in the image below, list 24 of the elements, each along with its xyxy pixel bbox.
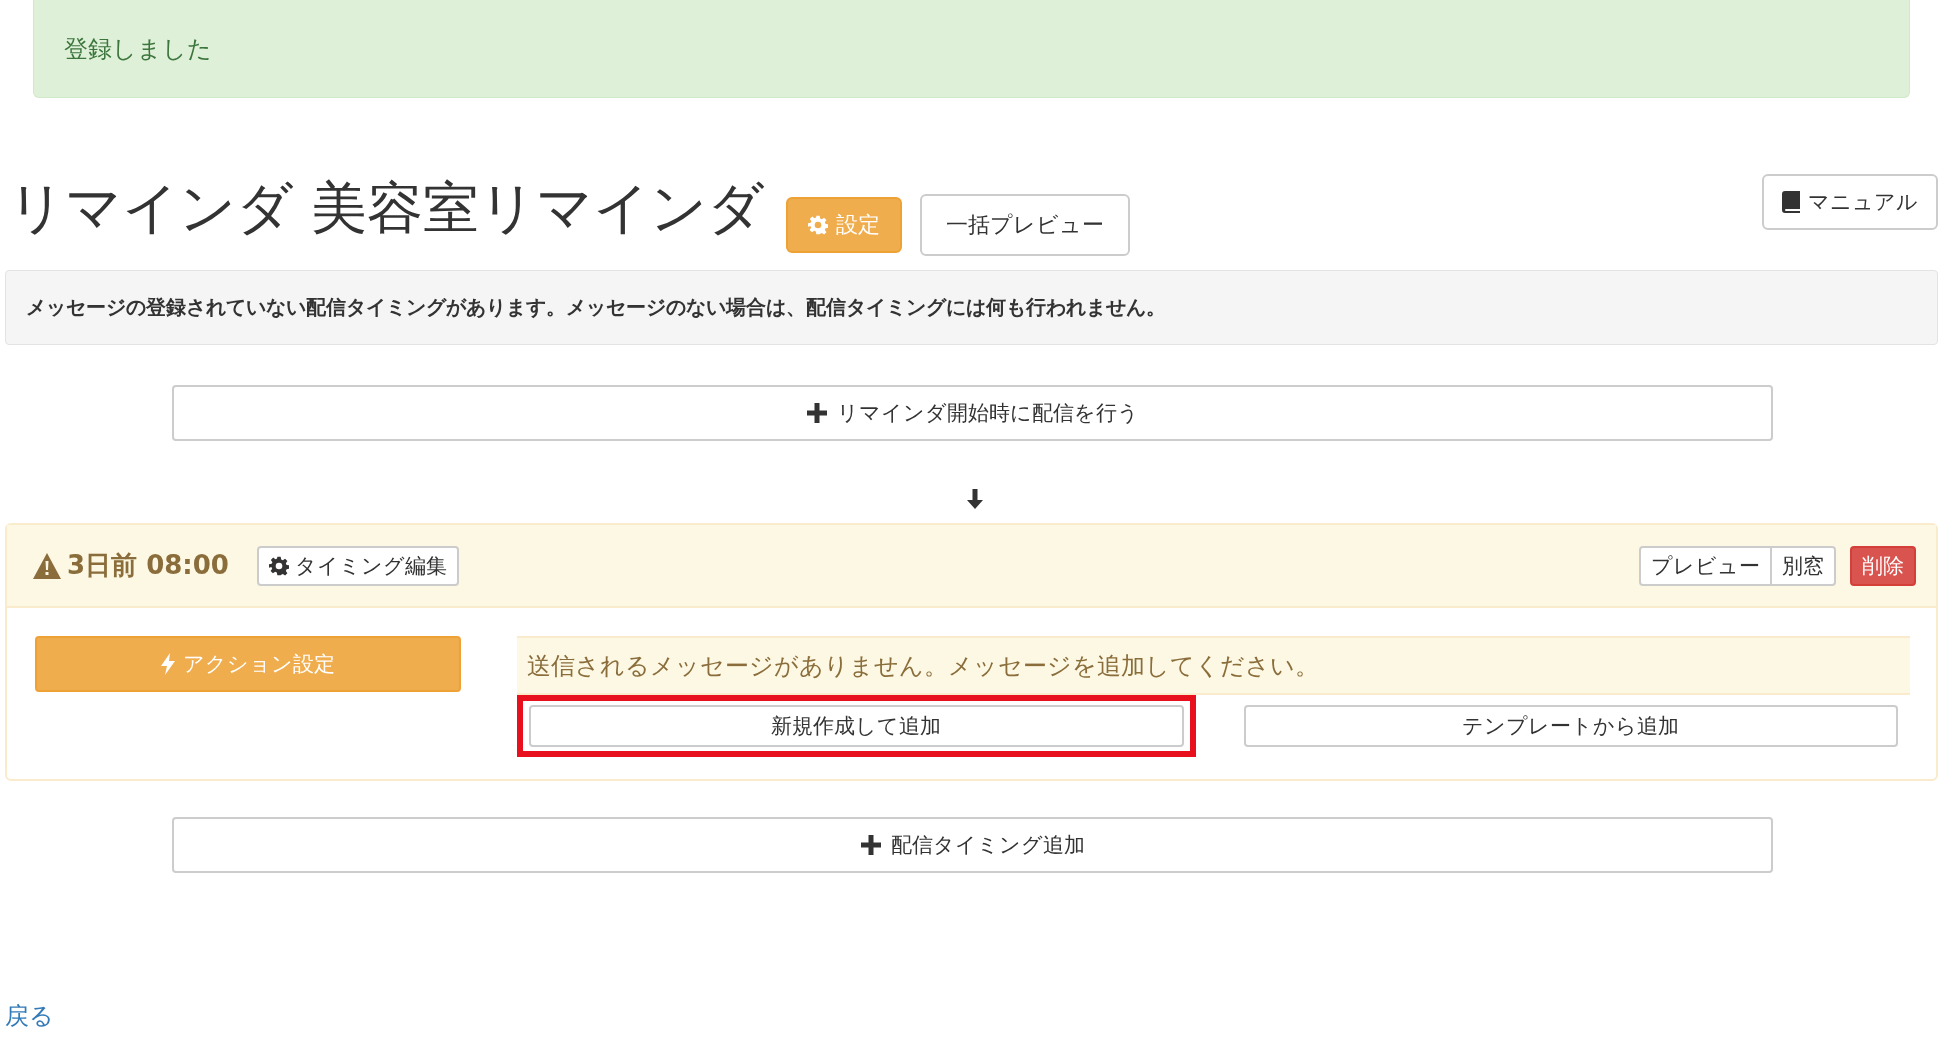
plus-icon (860, 835, 881, 855)
manual-button[interactable]: マニュアル (1762, 174, 1938, 230)
warning-icon (33, 552, 61, 579)
add-message-button[interactable]: 新規作成して追加 (529, 705, 1184, 747)
down-arrow-icon (967, 489, 983, 509)
lightning-icon (161, 653, 175, 675)
add-start-delivery-button[interactable]: リマインダ開始時に配信を行う (172, 385, 1773, 441)
warning-notice: メッセージの登録されていない配信タイミングがあります。メッセージのない場合は、配信タイミングには何も行われません。 (5, 270, 1938, 345)
page-title: リマインダ 美容室リマインダ (8, 174, 764, 242)
add-timing-button[interactable]: 配信タイミング追加 (172, 817, 1773, 873)
timing-edit-button[interactable]: タイミング編集 (256, 545, 459, 586)
delete-button[interactable]: 削除 (1850, 545, 1916, 586)
plus-icon (806, 403, 827, 423)
gear-icon (807, 215, 828, 235)
timing-title: 3日前 08:00 (67, 549, 229, 582)
bulk-preview-button[interactable]: 一括プレビュー (919, 194, 1130, 256)
preview-button[interactable]: プレビュー (1639, 545, 1772, 586)
gear-icon (268, 555, 289, 576)
empty-message-warning: 送信されるメッセージがありません。メッセージを追加してください。 (517, 636, 1910, 695)
back-link[interactable]: 戻る (5, 1000, 54, 1032)
success-alert: 登録しました (33, 0, 1910, 98)
add-message-button[interactable]: テンプレートから追加 (1243, 705, 1898, 747)
book-icon (1782, 191, 1800, 213)
new-window-button[interactable]: 別窓 (1772, 545, 1836, 586)
